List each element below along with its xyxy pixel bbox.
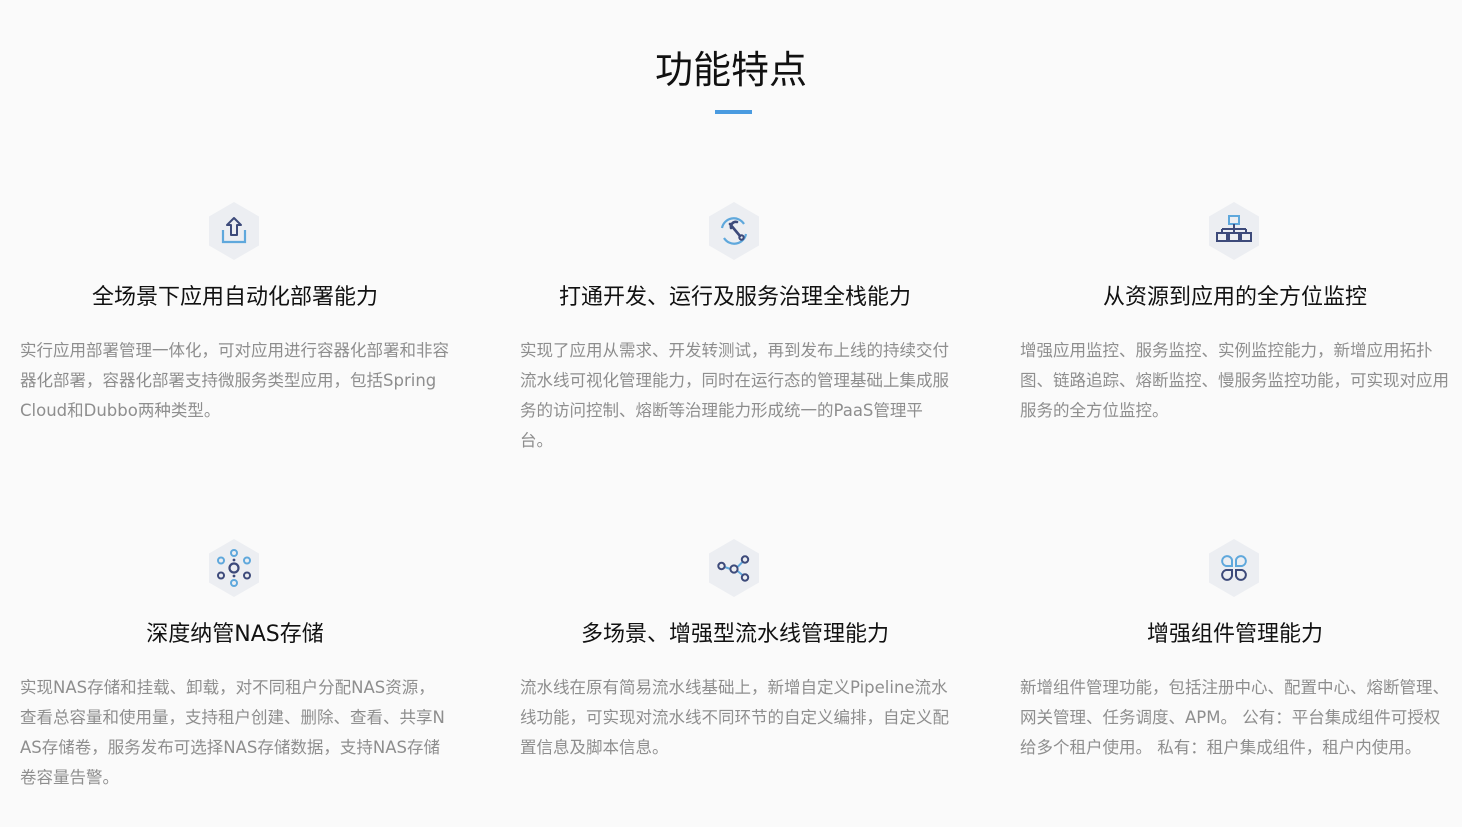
feature-title: 多场景、增强型流水线管理能力 [580, 622, 889, 647]
features-section: 功能特点 全场景下应用自动化部署能力 实行应用部署管理一体化，可对应用进行容器化… [0, 0, 1462, 827]
feature-title: 增强组件管理能力 [1146, 622, 1323, 647]
section-title: 功能特点 [654, 48, 807, 92]
title-underline [715, 110, 752, 114]
feature-title: 全场景下应用自动化部署能力 [91, 285, 378, 310]
component-grid-icon [1206, 537, 1262, 599]
feature-description: 流水线在原有简易流水线基础上，新增自定义Pipeline流水线功能，可实现对流水… [520, 678, 949, 757]
wrench-refresh-icon [706, 200, 762, 262]
network-nodes-icon [206, 537, 262, 599]
feature-description: 实现了应用从需求、开发转测试，再到发布上线的持续交付流水线可视化管理能力，同时在… [520, 341, 949, 450]
feature-description: 新增组件管理功能，包括注册中心、配置中心、熔断管理、网关管理、任务调度、APM。… [1020, 678, 1449, 757]
feature-description: 实行应用部署管理一体化，可对应用进行容器化部署和非容器化部署，容器化部署支持微服… [20, 341, 449, 420]
upload-tray-icon [206, 200, 262, 262]
feature-description: 增强应用监控、服务监控、实例监控能力，新增应用拓扑图、链路追踪、熔断监控、慢服务… [1020, 341, 1449, 420]
feature-description: 实现NAS存储和挂载、卸载，对不同租户分配NAS资源，查看总容量和使用量，支持租… [20, 678, 445, 787]
pipeline-nodes-icon [706, 537, 762, 599]
feature-title: 深度纳管NAS存储 [146, 622, 324, 647]
hierarchy-tree-icon [1206, 200, 1262, 262]
feature-title: 打通开发、运行及服务治理全栈能力 [558, 285, 911, 310]
feature-title: 从资源到应用的全方位监控 [1102, 285, 1367, 310]
